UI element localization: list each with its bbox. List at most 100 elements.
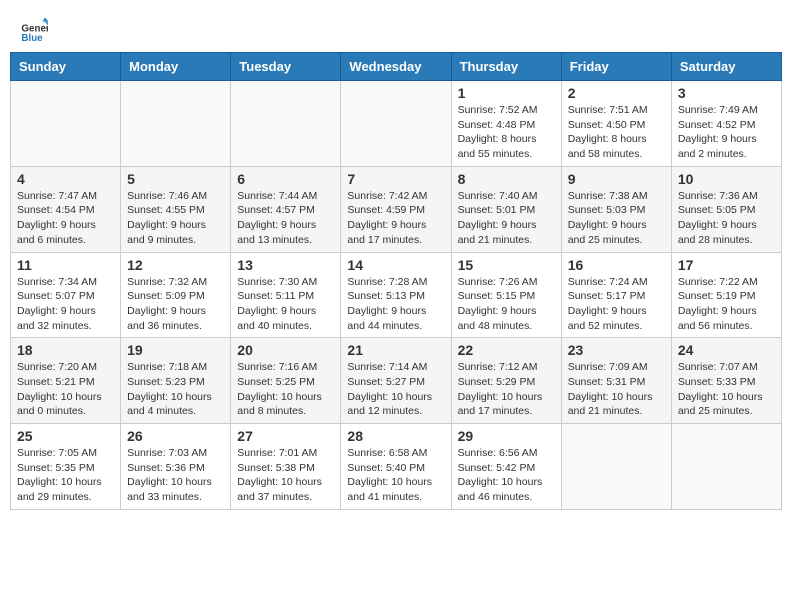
calendar-cell: 21 Sunrise: 7:14 AM Sunset: 5:27 PM Dayli… — [341, 338, 451, 424]
logo: General Blue — [20, 16, 52, 44]
cell-info: Sunrise: 7:09 AM Sunset: 5:31 PM Dayligh… — [568, 360, 665, 419]
date-number: 19 — [127, 342, 224, 358]
weekday-header-sunday: Sunday — [11, 53, 121, 81]
calendar-cell: 11Sunrise: 7:34 AM Sunset: 5:07 PM Dayli… — [11, 252, 121, 338]
date-number: 3 — [678, 85, 775, 101]
calendar-body: 1 Sunrise: 7:52 AM Sunset: 4:48 PM Daylig… — [11, 81, 782, 510]
cell-info: Sunrise: 6:58 AM Sunset: 5:40 PM Dayligh… — [347, 446, 444, 505]
calendar-cell: 28 Sunrise: 6:58 AM Sunset: 5:40 PM Dayli… — [341, 424, 451, 510]
date-number: 29 — [458, 428, 555, 444]
cell-info: Sunrise: 7:40 AM Sunset: 5:01 PM Dayligh… — [458, 189, 555, 248]
calendar-cell: 19 Sunrise: 7:18 AM Sunset: 5:23 PM Dayli… — [121, 338, 231, 424]
date-number: 22 — [458, 342, 555, 358]
calendar-cell: 7Sunrise: 7:42 AM Sunset: 4:59 PM Daylig… — [341, 166, 451, 252]
date-number: 12 — [127, 257, 224, 273]
calendar-cell: 25 Sunrise: 7:05 AM Sunset: 5:35 PM Dayli… — [11, 424, 121, 510]
weekday-header-tuesday: Tuesday — [231, 53, 341, 81]
date-number: 18 — [17, 342, 114, 358]
calendar-cell: 2Sunrise: 7:51 AM Sunset: 4:50 PM Daylig… — [561, 81, 671, 167]
date-number: 21 — [347, 342, 444, 358]
calendar-cell: 9 Sunrise: 7:38 AM Sunset: 5:03 PM Daylig… — [561, 166, 671, 252]
cell-info: Sunrise: 7:16 AM Sunset: 5:25 PM Dayligh… — [237, 360, 334, 419]
calendar-cell: 3 Sunrise: 7:49 AM Sunset: 4:52 PM Daylig… — [671, 81, 781, 167]
date-number: 26 — [127, 428, 224, 444]
date-number: 23 — [568, 342, 665, 358]
weekday-header-saturday: Saturday — [671, 53, 781, 81]
cell-info: Sunrise: 7:24 AM Sunset: 5:17 PM Dayligh… — [568, 275, 665, 334]
calendar-cell: 16 Sunrise: 7:24 AM Sunset: 5:17 PM Dayli… — [561, 252, 671, 338]
date-number: 16 — [568, 257, 665, 273]
cell-info: Sunrise: 7:18 AM Sunset: 5:23 PM Dayligh… — [127, 360, 224, 419]
cell-info: Sunrise: 7:14 AM Sunset: 5:27 PM Dayligh… — [347, 360, 444, 419]
weekday-header-row: SundayMondayTuesdayWednesdayThursdayFrid… — [11, 53, 782, 81]
calendar-cell: 13Sunrise: 7:30 AM Sunset: 5:11 PM Dayli… — [231, 252, 341, 338]
cell-info: Sunrise: 7:01 AM Sunset: 5:38 PM Dayligh… — [237, 446, 334, 505]
cell-info: Sunrise: 7:46 AM Sunset: 4:55 PM Dayligh… — [127, 189, 224, 248]
date-number: 4 — [17, 171, 114, 187]
calendar-cell: 29 Sunrise: 6:56 AM Sunset: 5:42 PM Dayli… — [451, 424, 561, 510]
date-number: 28 — [347, 428, 444, 444]
date-number: 17 — [678, 257, 775, 273]
cell-info: Sunrise: 7:03 AM Sunset: 5:36 PM Dayligh… — [127, 446, 224, 505]
calendar-cell: 23 Sunrise: 7:09 AM Sunset: 5:31 PM Dayli… — [561, 338, 671, 424]
cell-info: Sunrise: 7:38 AM Sunset: 5:03 PM Dayligh… — [568, 189, 665, 248]
calendar-cell: 8 Sunrise: 7:40 AM Sunset: 5:01 PM Daylig… — [451, 166, 561, 252]
calendar-cell: 27 Sunrise: 7:01 AM Sunset: 5:38 PM Dayli… — [231, 424, 341, 510]
calendar-cell: 12 Sunrise: 7:32 AM Sunset: 5:09 PM Dayli… — [121, 252, 231, 338]
calendar-week-row: 4Sunrise: 7:47 AM Sunset: 4:54 PM Daylig… — [11, 166, 782, 252]
date-number: 1 — [458, 85, 555, 101]
calendar-cell — [341, 81, 451, 167]
calendar-week-row: 25 Sunrise: 7:05 AM Sunset: 5:35 PM Dayli… — [11, 424, 782, 510]
calendar-cell: 22 Sunrise: 7:12 AM Sunset: 5:29 PM Dayli… — [451, 338, 561, 424]
calendar-week-row: 18 Sunrise: 7:20 AM Sunset: 5:21 PM Dayli… — [11, 338, 782, 424]
date-number: 8 — [458, 171, 555, 187]
date-number: 10 — [678, 171, 775, 187]
calendar-cell — [671, 424, 781, 510]
calendar-table: SundayMondayTuesdayWednesdayThursdayFrid… — [10, 52, 782, 510]
cell-info: Sunrise: 7:20 AM Sunset: 5:21 PM Dayligh… — [17, 360, 114, 419]
calendar-cell — [11, 81, 121, 167]
cell-info: Sunrise: 7:28 AM Sunset: 5:13 PM Dayligh… — [347, 275, 444, 334]
cell-info: Sunrise: 7:49 AM Sunset: 4:52 PM Dayligh… — [678, 103, 775, 162]
cell-info: Sunrise: 7:05 AM Sunset: 5:35 PM Dayligh… — [17, 446, 114, 505]
weekday-header-wednesday: Wednesday — [341, 53, 451, 81]
page-container: General Blue SundayMondayTuesdayWednesda… — [0, 0, 792, 510]
date-number: 6 — [237, 171, 334, 187]
svg-text:Blue: Blue — [21, 33, 43, 44]
cell-info: Sunrise: 7:44 AM Sunset: 4:57 PM Dayligh… — [237, 189, 334, 248]
cell-info: Sunrise: 7:12 AM Sunset: 5:29 PM Dayligh… — [458, 360, 555, 419]
date-number: 9 — [568, 171, 665, 187]
calendar-week-row: 11Sunrise: 7:34 AM Sunset: 5:07 PM Dayli… — [11, 252, 782, 338]
date-number: 2 — [568, 85, 665, 101]
cell-info: Sunrise: 7:26 AM Sunset: 5:15 PM Dayligh… — [458, 275, 555, 334]
date-number: 15 — [458, 257, 555, 273]
date-number: 14 — [347, 257, 444, 273]
weekday-header-friday: Friday — [561, 53, 671, 81]
cell-info: Sunrise: 7:36 AM Sunset: 5:05 PM Dayligh… — [678, 189, 775, 248]
calendar-week-row: 1 Sunrise: 7:52 AM Sunset: 4:48 PM Daylig… — [11, 81, 782, 167]
logo-icon: General Blue — [20, 16, 48, 44]
calendar-cell: 1 Sunrise: 7:52 AM Sunset: 4:48 PM Daylig… — [451, 81, 561, 167]
date-number: 24 — [678, 342, 775, 358]
cell-info: Sunrise: 7:32 AM Sunset: 5:09 PM Dayligh… — [127, 275, 224, 334]
cell-info: Sunrise: 7:22 AM Sunset: 5:19 PM Dayligh… — [678, 275, 775, 334]
date-number: 7 — [347, 171, 444, 187]
calendar-cell — [561, 424, 671, 510]
calendar-cell: 6 Sunrise: 7:44 AM Sunset: 4:57 PM Daylig… — [231, 166, 341, 252]
date-number: 5 — [127, 171, 224, 187]
calendar-cell: 20 Sunrise: 7:16 AM Sunset: 5:25 PM Dayli… — [231, 338, 341, 424]
calendar-cell: 18 Sunrise: 7:20 AM Sunset: 5:21 PM Dayli… — [11, 338, 121, 424]
date-number: 11 — [17, 257, 114, 273]
cell-info: Sunrise: 7:30 AM Sunset: 5:11 PM Dayligh… — [237, 275, 334, 334]
cell-info: Sunrise: 7:52 AM Sunset: 4:48 PM Dayligh… — [458, 103, 555, 162]
cell-info: Sunrise: 7:07 AM Sunset: 5:33 PM Dayligh… — [678, 360, 775, 419]
calendar-cell: 4Sunrise: 7:47 AM Sunset: 4:54 PM Daylig… — [11, 166, 121, 252]
date-number: 25 — [17, 428, 114, 444]
date-number: 20 — [237, 342, 334, 358]
date-number: 27 — [237, 428, 334, 444]
header: General Blue — [0, 0, 792, 52]
cell-info: Sunrise: 6:56 AM Sunset: 5:42 PM Dayligh… — [458, 446, 555, 505]
calendar-cell: 10 Sunrise: 7:36 AM Sunset: 5:05 PM Dayli… — [671, 166, 781, 252]
calendar-cell: 5 Sunrise: 7:46 AM Sunset: 4:55 PM Daylig… — [121, 166, 231, 252]
calendar-cell: 15 Sunrise: 7:26 AM Sunset: 5:15 PM Dayli… — [451, 252, 561, 338]
